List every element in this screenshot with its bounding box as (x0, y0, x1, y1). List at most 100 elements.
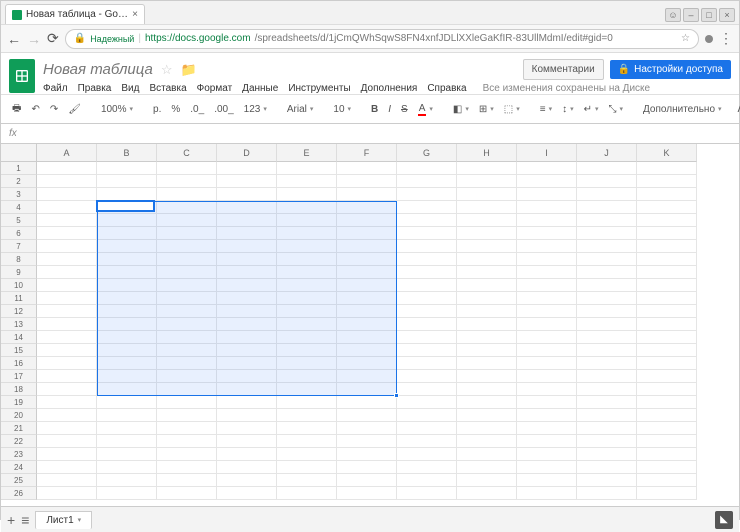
cell[interactable] (577, 253, 637, 266)
cell[interactable] (397, 474, 457, 487)
cell[interactable] (337, 201, 397, 214)
cell[interactable] (277, 240, 337, 253)
cell[interactable] (277, 175, 337, 188)
row-header[interactable]: 20 (1, 409, 37, 422)
cell[interactable] (277, 162, 337, 175)
cell[interactable] (637, 331, 697, 344)
cell[interactable] (637, 357, 697, 370)
cell[interactable] (37, 266, 97, 279)
cell[interactable] (517, 279, 577, 292)
cell[interactable] (337, 188, 397, 201)
cell[interactable] (457, 227, 517, 240)
row-header[interactable]: 12 (1, 305, 37, 318)
cell[interactable] (157, 253, 217, 266)
cell[interactable] (397, 292, 457, 305)
cell[interactable] (457, 396, 517, 409)
cell[interactable] (37, 253, 97, 266)
decrease-decimal-button[interactable]: .0_ (187, 102, 207, 117)
cell[interactable] (217, 357, 277, 370)
row-header[interactable]: 3 (1, 188, 37, 201)
cell[interactable] (217, 461, 277, 474)
cell[interactable] (157, 370, 217, 383)
cell[interactable] (337, 240, 397, 253)
cell[interactable] (337, 214, 397, 227)
cell[interactable] (337, 292, 397, 305)
italic-button[interactable]: I (385, 102, 394, 117)
cell[interactable] (457, 422, 517, 435)
row-header[interactable]: 17 (1, 370, 37, 383)
cell[interactable] (97, 461, 157, 474)
cell[interactable] (637, 448, 697, 461)
cell[interactable] (157, 461, 217, 474)
cell[interactable] (337, 227, 397, 240)
cell[interactable] (577, 370, 637, 383)
cell[interactable] (157, 201, 217, 214)
more-formats-button[interactable]: 123 (241, 102, 270, 117)
row-header[interactable]: 8 (1, 253, 37, 266)
cell[interactable] (97, 474, 157, 487)
cell[interactable] (637, 396, 697, 409)
cell[interactable] (337, 383, 397, 396)
browser-tab[interactable]: Новая таблица - Google × (5, 4, 145, 24)
menu-дополнения[interactable]: Дополнения (361, 83, 418, 94)
cell[interactable] (337, 474, 397, 487)
cell[interactable] (397, 266, 457, 279)
menu-инструменты[interactable]: Инструменты (288, 83, 350, 94)
cell[interactable] (337, 175, 397, 188)
cell[interactable] (157, 396, 217, 409)
cell[interactable] (397, 344, 457, 357)
cell[interactable] (97, 344, 157, 357)
cell[interactable] (517, 188, 577, 201)
cell[interactable] (517, 422, 577, 435)
cell[interactable] (337, 331, 397, 344)
cell[interactable] (457, 474, 517, 487)
address-bar[interactable]: 🔒 Надежный | https://docs.google.com/spr… (65, 29, 699, 49)
cell[interactable] (457, 487, 517, 500)
cell[interactable] (397, 448, 457, 461)
cell[interactable] (217, 162, 277, 175)
cell[interactable] (97, 162, 157, 175)
cell[interactable] (337, 448, 397, 461)
window-close-icon[interactable]: × (719, 8, 735, 22)
sheet-tab-menu-icon[interactable]: ▾ (78, 516, 82, 524)
valign-button[interactable]: ↕ (559, 102, 577, 117)
row-header[interactable]: 21 (1, 422, 37, 435)
column-header[interactable]: H (457, 144, 517, 162)
cell[interactable] (397, 331, 457, 344)
cell[interactable] (397, 175, 457, 188)
cell[interactable] (97, 487, 157, 500)
cell[interactable] (97, 227, 157, 240)
cell[interactable] (517, 370, 577, 383)
cell[interactable] (637, 279, 697, 292)
share-button[interactable]: 🔒 Настройки доступа (610, 60, 731, 79)
cell[interactable] (37, 162, 97, 175)
cell[interactable] (97, 331, 157, 344)
cell[interactable] (577, 461, 637, 474)
cell[interactable] (397, 461, 457, 474)
cell[interactable] (457, 357, 517, 370)
cell[interactable] (577, 344, 637, 357)
wrap-button[interactable]: ↵ (581, 102, 602, 117)
cell[interactable] (517, 487, 577, 500)
cell[interactable] (277, 370, 337, 383)
cell[interactable] (337, 318, 397, 331)
cell[interactable] (577, 331, 637, 344)
cell[interactable] (517, 357, 577, 370)
cell[interactable] (457, 409, 517, 422)
cell[interactable] (397, 253, 457, 266)
cell[interactable] (337, 409, 397, 422)
back-icon[interactable]: ← (7, 31, 21, 47)
cell[interactable] (217, 279, 277, 292)
cell[interactable] (37, 331, 97, 344)
cell[interactable] (37, 175, 97, 188)
cell[interactable] (517, 175, 577, 188)
menu-вид[interactable]: Вид (121, 83, 139, 94)
cell[interactable] (157, 331, 217, 344)
menu-файл[interactable]: Файл (43, 83, 68, 94)
cell[interactable] (517, 474, 577, 487)
cell[interactable] (157, 292, 217, 305)
document-title[interactable]: Новая таблица (43, 61, 153, 78)
row-header[interactable]: 24 (1, 461, 37, 474)
more-toolbar-button[interactable]: Дополнительно (640, 102, 725, 117)
cell[interactable] (37, 435, 97, 448)
